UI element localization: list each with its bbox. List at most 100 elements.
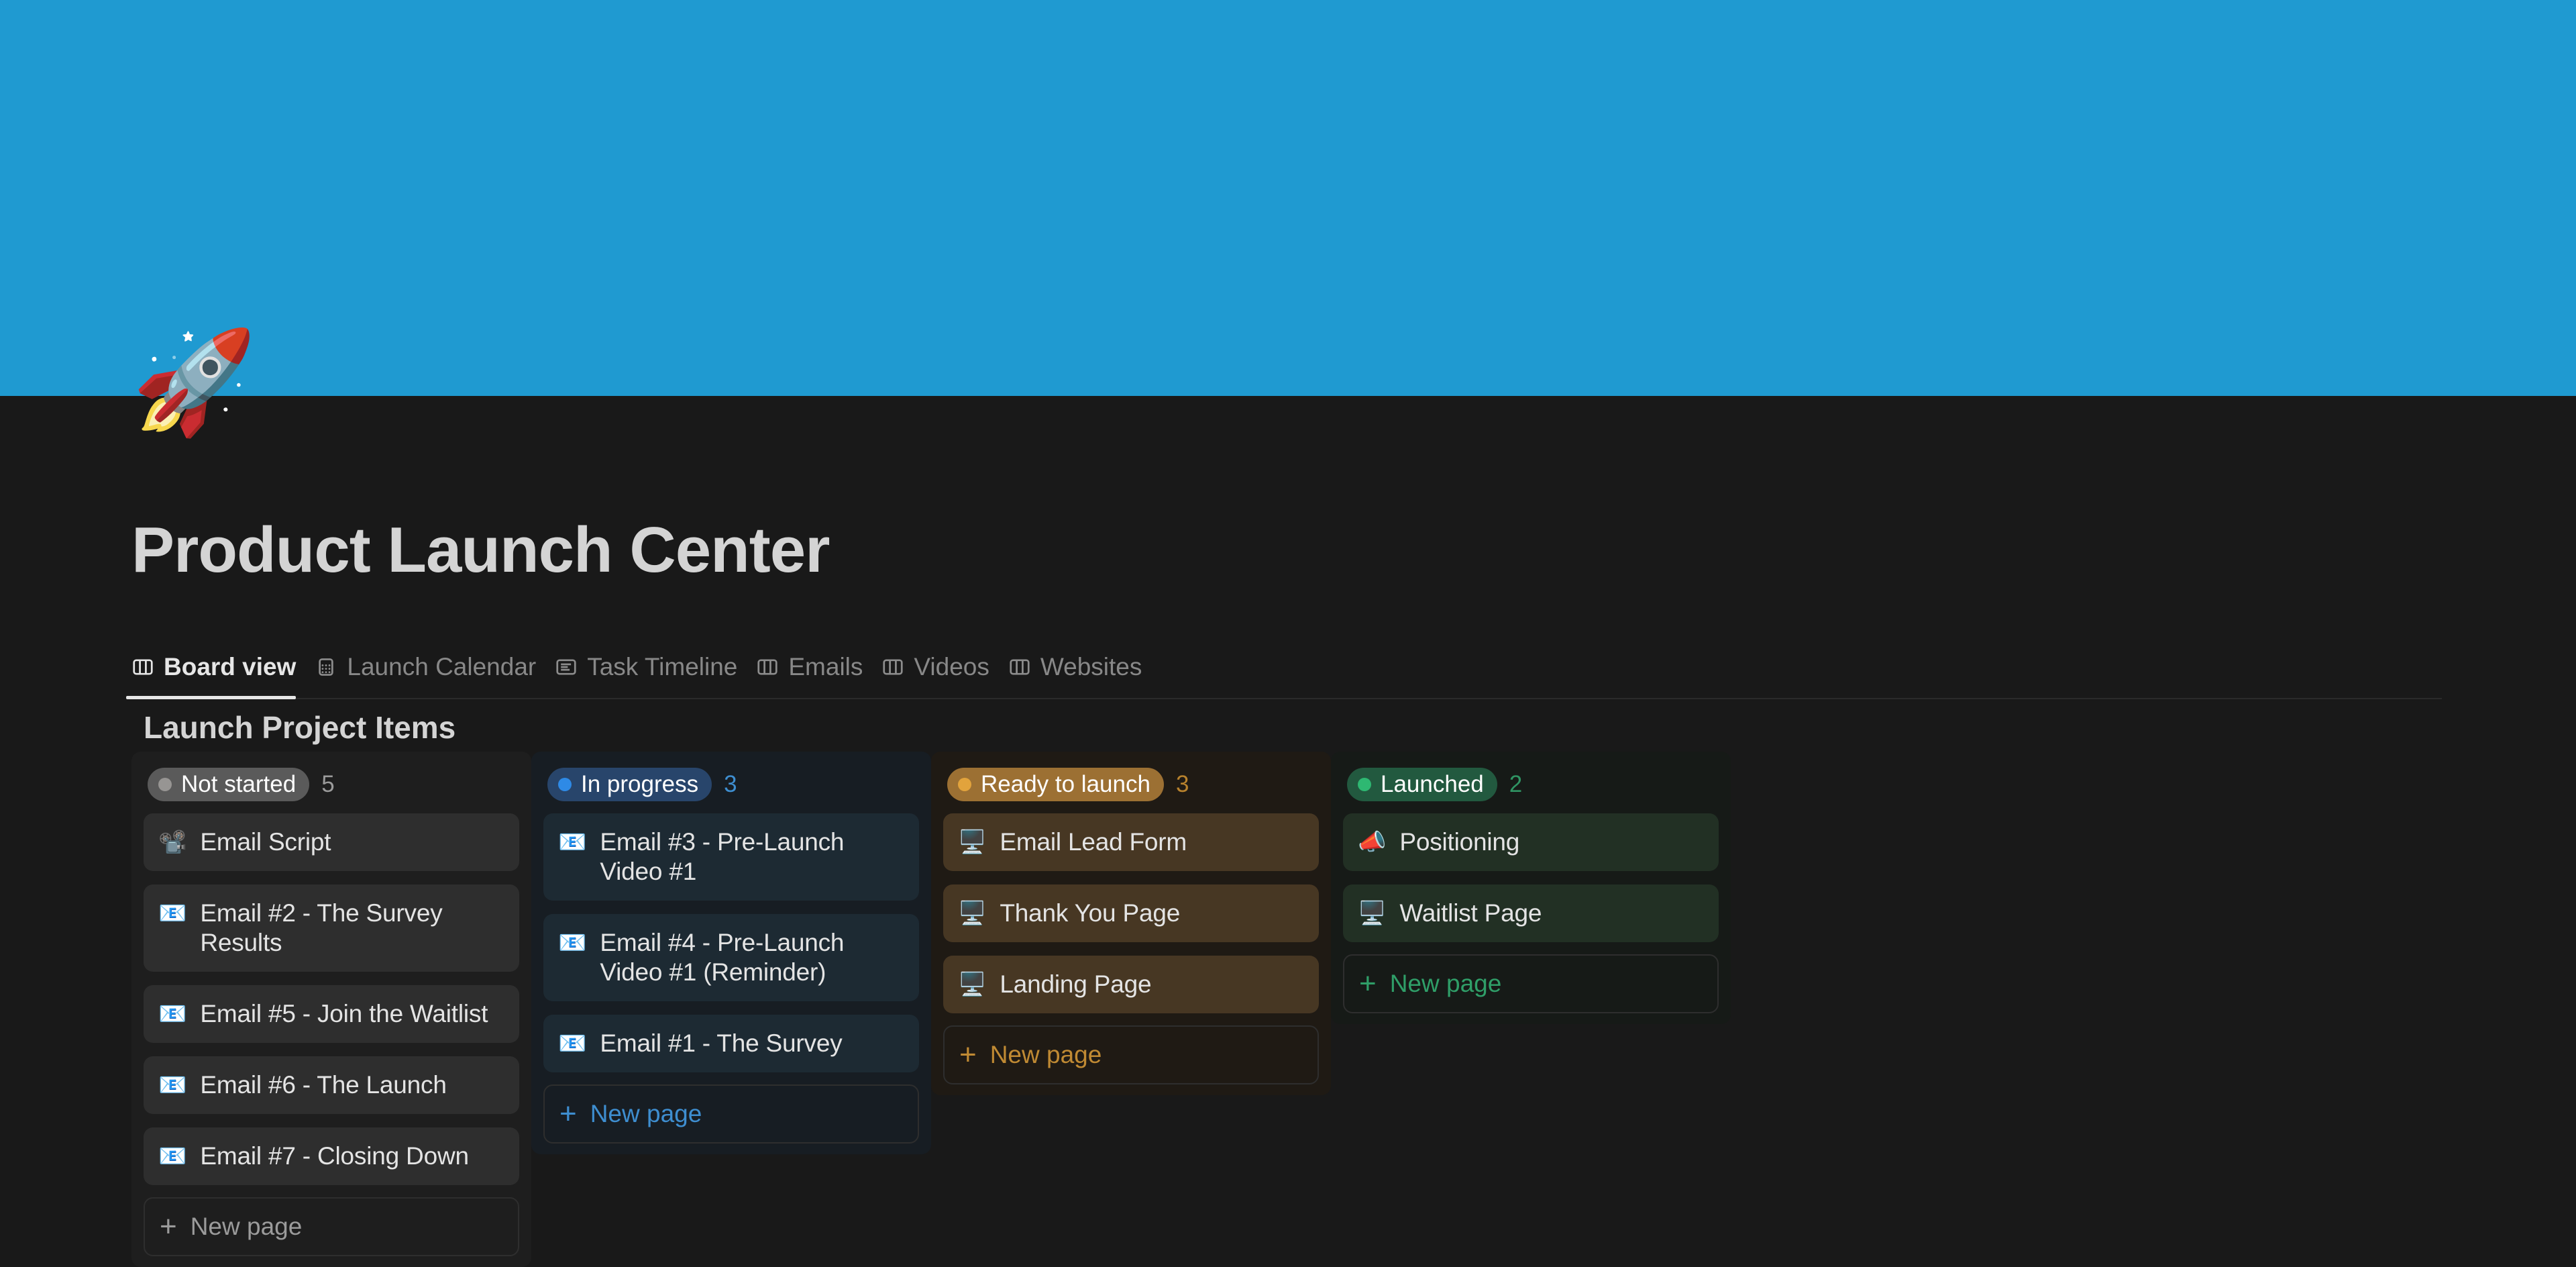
desktop-computer-emoji: 🖥️ <box>958 829 987 855</box>
column-header: Launched 2 <box>1343 766 1719 803</box>
email-emoji: 📧 <box>158 1144 187 1169</box>
board-card[interactable]: 📧 Email #7 - Closing Down <box>144 1127 519 1185</box>
new-page-button[interactable]: + New page <box>543 1084 919 1144</box>
card-title: Email #6 - The Launch <box>200 1071 447 1099</box>
board-card[interactable]: 📧 Email #5 - Join the Waitlist <box>144 985 519 1043</box>
board-card[interactable]: 📧 Email #6 - The Launch <box>144 1056 519 1114</box>
board-card[interactable]: 📣 Positioning <box>1343 813 1719 871</box>
tab-videos[interactable]: Videos <box>877 647 1004 698</box>
board-title: Launch Project Items <box>144 710 456 745</box>
plus-icon: + <box>559 1097 577 1130</box>
tab-label: Websites <box>1040 653 1142 680</box>
tab-label: Launch Calendar <box>347 653 537 680</box>
tab-label: Board view <box>164 653 297 680</box>
board-card[interactable]: 📧 Email #3 - Pre-Launch Video #1 <box>543 813 919 901</box>
column-count: 2 <box>1509 771 1523 797</box>
tab-task-timeline[interactable]: Task Timeline <box>551 647 752 698</box>
tab-board-view[interactable]: Board view <box>125 647 311 699</box>
new-page-label: New page <box>1389 970 1502 997</box>
card-title: Email #3 - Pre-Launch Video #1 <box>600 828 845 885</box>
film-projector-emoji: 📽️ <box>158 829 187 855</box>
email-emoji: 📧 <box>158 1001 187 1027</box>
tab-label: Task Timeline <box>587 653 738 680</box>
status-label: In progress <box>581 771 699 797</box>
megaphone-emoji: 📣 <box>1358 829 1387 855</box>
new-page-label: New page <box>590 1100 702 1127</box>
new-page-label: New page <box>989 1041 1102 1068</box>
plus-icon: + <box>1359 967 1377 1000</box>
status-label: Ready to launch <box>981 771 1150 797</box>
card-title: Email Script <box>200 828 331 856</box>
tab-websites[interactable]: Websites <box>1004 647 1157 698</box>
desktop-computer-emoji: 🖥️ <box>958 901 987 926</box>
timeline-icon <box>555 656 578 678</box>
new-page-button[interactable]: + New page <box>943 1025 1319 1084</box>
column-header: In progress 3 <box>543 766 919 803</box>
email-emoji: 📧 <box>558 829 587 855</box>
column-count: 3 <box>1175 771 1189 797</box>
card-title: Landing Page <box>1000 970 1152 998</box>
card-title: Email #5 - Join the Waitlist <box>200 1000 488 1027</box>
board-card[interactable]: 🖥️ Email Lead Form <box>943 813 1319 871</box>
board-view-icon <box>1008 656 1031 678</box>
card-title: Thank You Page <box>1000 899 1181 927</box>
new-page-label: New page <box>190 1213 303 1240</box>
column-header: Ready to launch 3 <box>943 766 1319 803</box>
status-dot-icon <box>958 778 971 791</box>
rocket-emoji: 🚀 <box>131 325 257 438</box>
board-card[interactable]: 📽️ Email Script <box>144 813 519 871</box>
board-card[interactable]: 📧 Email #2 - The Survey Results <box>144 884 519 972</box>
board-card[interactable]: 📧 Email #4 - Pre-Launch Video #1 (Reminde… <box>543 914 919 1001</box>
desktop-computer-emoji: 🖥️ <box>958 972 987 997</box>
status-badge[interactable]: Launched <box>1347 768 1497 801</box>
status-badge[interactable]: Ready to launch <box>947 768 1164 801</box>
card-title: Email #4 - Pre-Launch Video #1 (Reminder… <box>600 929 845 986</box>
calendar-icon <box>315 656 337 678</box>
status-label: Launched <box>1381 771 1484 797</box>
view-tabs: Board view Launch Calendar Task Timeline Em… <box>125 647 2442 699</box>
status-badge[interactable]: In progress <box>547 768 712 801</box>
page-title: Product Launch Center <box>131 514 830 586</box>
status-dot-icon <box>158 778 172 791</box>
email-emoji: 📧 <box>558 1031 587 1056</box>
board-card[interactable]: 🖥️ Landing Page <box>943 956 1319 1013</box>
board-card[interactable]: 🖥️ Thank You Page <box>943 884 1319 942</box>
status-badge[interactable]: Not started <box>148 768 310 801</box>
new-page-button[interactable]: + New page <box>144 1197 519 1256</box>
card-title: Email #7 - Closing Down <box>200 1142 469 1170</box>
column-count: 5 <box>321 771 335 797</box>
plus-icon: + <box>160 1210 177 1243</box>
status-dot-icon <box>558 778 572 791</box>
email-emoji: 📧 <box>158 901 187 926</box>
card-title: Positioning <box>1399 828 1520 856</box>
page-body: Product Launch Center Board view Launch C… <box>0 396 2576 1267</box>
board-view-icon <box>881 656 904 678</box>
plus-icon: + <box>959 1038 977 1071</box>
tab-emails[interactable]: Emails <box>752 647 877 698</box>
card-title: Email #1 - The Survey <box>600 1029 843 1057</box>
board-column-not-started: Not started 5 📽️ Email Script 📧 Email #2 - Th… <box>131 752 531 1267</box>
card-title: Waitlist Page <box>1399 899 1542 927</box>
card-title: Email #2 - The Survey Results <box>200 899 443 956</box>
board-view-icon <box>756 656 779 678</box>
board-view-icon <box>131 656 154 678</box>
page-cover <box>0 0 2576 396</box>
new-page-button[interactable]: + New page <box>1343 954 1719 1013</box>
tab-label: Emails <box>788 653 863 680</box>
desktop-computer-emoji: 🖥️ <box>1358 901 1387 926</box>
board-column-ready-to-launch: Ready to launch 3 🖥️ Email Lead Form 🖥️ Thank… <box>931 752 1331 1095</box>
email-emoji: 📧 <box>158 1072 187 1098</box>
board-column-in-progress: In progress 3 📧 Email #3 - Pre-Launch Video… <box>531 752 931 1154</box>
tab-launch-calendar[interactable]: Launch Calendar <box>311 647 551 698</box>
email-emoji: 📧 <box>558 930 587 956</box>
board-card[interactable]: 🖥️ Waitlist Page <box>1343 884 1719 942</box>
status-dot-icon <box>1358 778 1371 791</box>
board-column-launched: Launched 2 📣 Positioning 🖥️ Waitlist Page + New… <box>1331 752 1731 1024</box>
kanban-board: Not started 5 📽️ Email Script 📧 Email #2 - Th… <box>131 752 1731 1267</box>
column-header: Not started 5 <box>144 766 519 803</box>
column-count: 3 <box>724 771 737 797</box>
tab-label: Videos <box>914 653 989 680</box>
status-label: Not started <box>181 771 297 797</box>
board-card[interactable]: 📧 Email #1 - The Survey <box>543 1015 919 1072</box>
card-title: Email Lead Form <box>1000 828 1187 856</box>
